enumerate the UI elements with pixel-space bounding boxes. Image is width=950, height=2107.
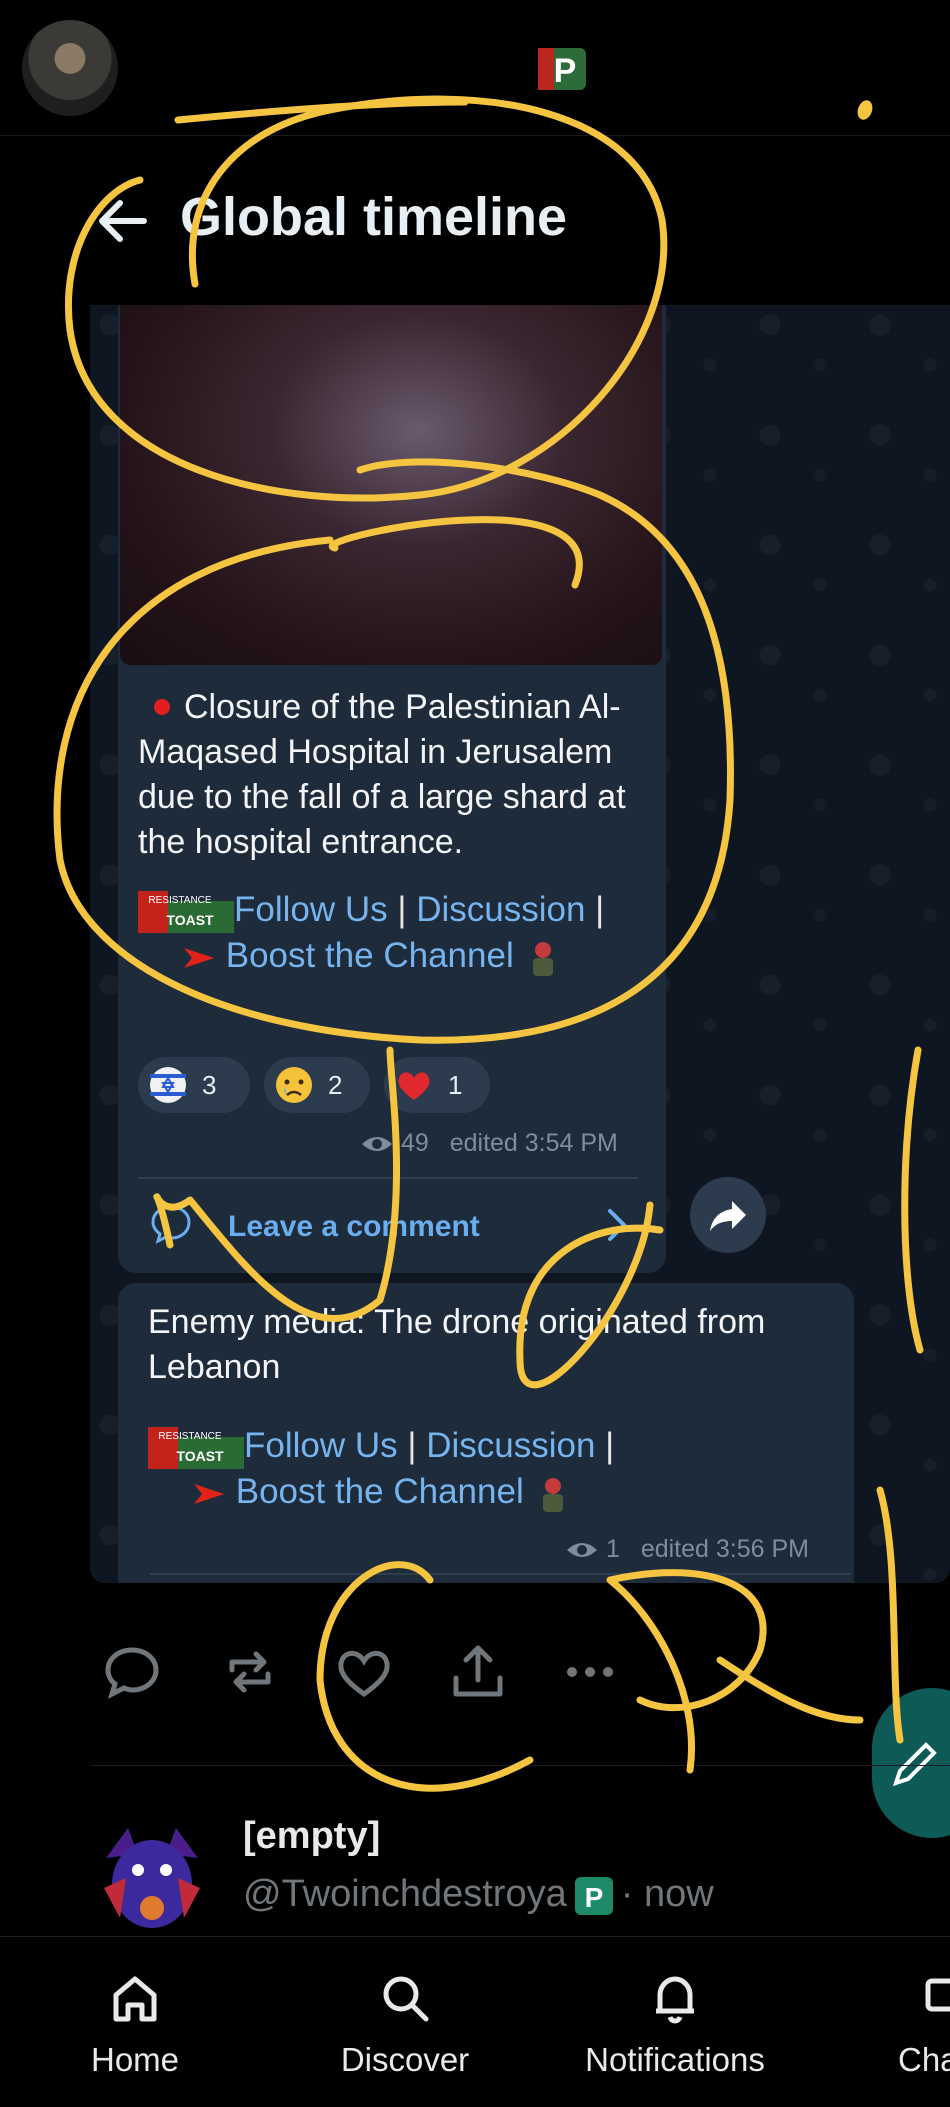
logo-text-resistance: RESISTANCE: [148, 895, 211, 906]
view-count-2: 1: [605, 1535, 620, 1563]
red-arrow-icon: [184, 947, 214, 968]
resistance-toast-logo-icon: RESISTANCE TOAST: [138, 890, 234, 933]
home-icon: [113, 1976, 157, 2022]
divider: [138, 1177, 638, 1179]
message-meta: 49 edited 3:54 PM: [360, 1129, 618, 1158]
fighter-emoji-icon: [543, 1477, 564, 1512]
telegram-embed: Closure of the Palestinian Al-Maqased Ho…: [90, 305, 950, 1583]
reaction-count: 2: [328, 1069, 343, 1100]
display-name[interactable]: [empty]: [243, 1815, 380, 1858]
fighter-emoji-icon: [533, 941, 554, 976]
follow-us-link[interactable]: Follow Us: [234, 890, 388, 929]
pencil-icon: [892, 1742, 937, 1787]
logo-text-toast: TOAST: [166, 912, 214, 928]
forward-arrow-icon: [710, 1201, 746, 1231]
post-time: · now: [620, 1873, 714, 1915]
svg-text:P: P: [584, 1882, 603, 1913]
logo-text-toast: TOAST: [176, 1448, 224, 1464]
back-arrow-icon[interactable]: [92, 193, 152, 249]
chevron-right-icon: [608, 1209, 627, 1241]
user-handle[interactable]: @Twoinchdestroya: [243, 1873, 567, 1915]
app-logo-icon: P: [538, 48, 586, 90]
channel-links-2: RESISTANCE TOAST Follow Us | Discussion …: [148, 1423, 848, 1514]
chat-icon: [925, 1978, 950, 2012]
red-arrow-icon: [194, 1483, 224, 1504]
crying-face-icon: [276, 1067, 312, 1103]
favourite-icon[interactable]: [332, 1640, 396, 1704]
reaction-israel-flag[interactable]: 3: [138, 1057, 250, 1113]
more-icon[interactable]: [558, 1640, 622, 1704]
message-text: Closure of the Palestinian Al-Maqased Ho…: [138, 685, 638, 978]
discussion-link[interactable]: Discussion: [416, 890, 585, 929]
reaction-count: 3: [202, 1069, 217, 1100]
nav-home[interactable]: Home: [82, 1937, 188, 2107]
view-count: 49: [400, 1129, 429, 1157]
reaction-crying[interactable]: 2: [264, 1057, 370, 1113]
search-icon: [383, 1976, 429, 2022]
heart-icon: [398, 1072, 430, 1100]
israel-flag-icon: [150, 1067, 186, 1103]
comment-bubble-icon: [151, 1205, 191, 1244]
edited-time: edited 3:54 PM: [449, 1129, 618, 1157]
share-icon[interactable]: [446, 1640, 510, 1704]
bot-badge-icon: P: [574, 1876, 613, 1915]
bottom-nav: Home Discover Notifications Cha: [0, 1936, 950, 2107]
red-dot-icon: [154, 699, 170, 716]
boost-icon[interactable]: [218, 1640, 282, 1704]
forward-button[interactable]: [690, 1177, 766, 1253]
user-avatar[interactable]: [98, 1818, 206, 1932]
compose-button[interactable]: [872, 1688, 950, 1838]
eye-icon: [567, 1543, 597, 1558]
message-meta-2: 1 edited 3:56 PM: [565, 1535, 809, 1564]
channel-links: RESISTANCE TOAST Follow Us | Discussion …: [138, 887, 638, 978]
divider: [150, 1573, 850, 1575]
resistance-toast-logo-icon: RESISTANCE TOAST: [148, 1426, 244, 1469]
logo-text-resistance: RESISTANCE: [158, 1431, 221, 1442]
reaction-heart[interactable]: 1: [384, 1057, 490, 1113]
profile-avatar[interactable]: [22, 20, 118, 116]
discussion-link-2[interactable]: Discussion: [426, 1426, 595, 1465]
post-actions: [100, 1640, 660, 1710]
video-thumbnail[interactable]: [120, 305, 662, 665]
boost-channel-link[interactable]: Boost the Channel: [226, 936, 514, 975]
user-handle-row: @Twoinchdestroya P · now: [243, 1873, 714, 1917]
nav-chat[interactable]: Cha: [896, 1937, 950, 2107]
boost-channel-link-2[interactable]: Boost the Channel: [236, 1472, 524, 1511]
svg-text:P: P: [554, 52, 577, 90]
page-title: Global timeline: [180, 187, 568, 247]
eye-icon: [362, 1137, 392, 1152]
nav-notifications[interactable]: Notifications: [570, 1937, 780, 2107]
divider: [90, 1765, 950, 1766]
follow-us-link-2[interactable]: Follow Us: [244, 1426, 398, 1465]
edited-time-2: edited 3:56 PM: [640, 1535, 809, 1563]
reaction-count: 1: [448, 1069, 463, 1100]
leave-comment-label[interactable]: Leave a comment: [228, 1210, 480, 1244]
nav-discover[interactable]: Discover: [330, 1937, 480, 2107]
bell-icon: [656, 1976, 694, 2024]
message-text-2: Enemy media: The drone originated from L…: [148, 1303, 766, 1386]
reply-icon[interactable]: [100, 1640, 164, 1704]
top-bar: [0, 0, 950, 136]
